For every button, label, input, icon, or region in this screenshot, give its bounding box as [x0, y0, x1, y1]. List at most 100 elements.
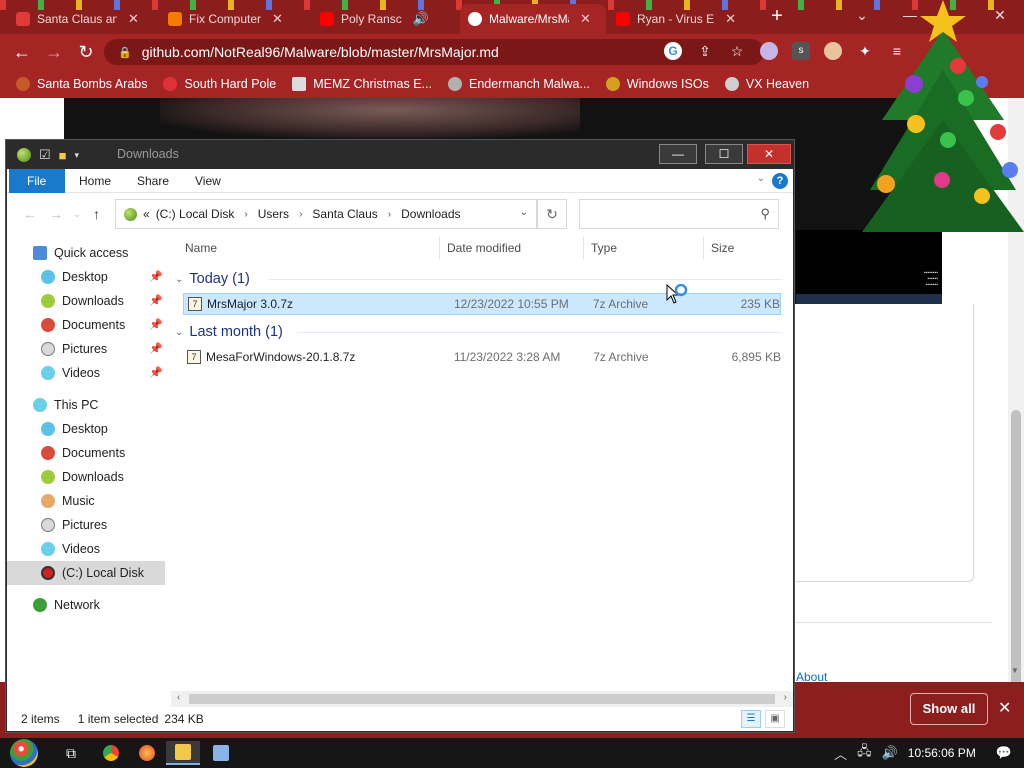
tab-malware-mrsmajor[interactable]: Malware/MrsMa ✕: [460, 4, 606, 34]
tab-close-icon[interactable]: ✕: [580, 11, 591, 27]
bookmark-star-icon[interactable]: ☆: [728, 42, 746, 60]
start-button[interactable]: [6, 738, 46, 768]
forward-button[interactable]: →: [42, 40, 66, 64]
address-dropdown-icon[interactable]: ⌄: [520, 207, 528, 218]
group-header-today[interactable]: ⌄ Today (1): [175, 267, 787, 291]
nav-network[interactable]: Network: [7, 593, 165, 617]
extension-s-icon[interactable]: s: [792, 42, 810, 60]
nav-pc-documents[interactable]: Documents: [7, 441, 165, 465]
breadcrumb-downloads[interactable]: Downloads: [401, 207, 460, 221]
action-center-icon[interactable]: 💬: [996, 745, 1012, 761]
large-icons-view-icon[interactable]: ▣: [765, 710, 785, 728]
nav-quick-access[interactable]: Quick access: [7, 241, 165, 265]
bookmark-vx-heaven[interactable]: VX Heaven: [724, 77, 809, 91]
tab-fix-computer[interactable]: Fix Computer ✕: [160, 4, 310, 34]
column-name[interactable]: Name: [171, 233, 441, 263]
extension-flag-icon[interactable]: [760, 42, 778, 60]
breadcrumb-separator-icon[interactable]: ›: [240, 209, 251, 220]
nav-quick-desktop[interactable]: Desktop 📌: [7, 265, 165, 289]
horizontal-scrollbar[interactable]: ‹ ›: [171, 691, 793, 707]
bookmark-south-hard-pole[interactable]: South Hard Pole: [163, 77, 276, 91]
pin-icon[interactable]: 📌: [149, 318, 163, 331]
tab-file[interactable]: File: [9, 169, 65, 193]
task-view-icon[interactable]: ⧉: [54, 741, 88, 765]
nav-pc-desktop[interactable]: Desktop: [7, 417, 165, 441]
forward-arrow-icon[interactable]: →: [49, 206, 63, 222]
network-icon[interactable]: 🖧: [857, 742, 872, 764]
column-type[interactable]: Type: [577, 233, 697, 263]
bookmark-memz[interactable]: MEMZ Christmas E...: [292, 77, 432, 91]
nav-pc-pictures[interactable]: Pictures: [7, 513, 165, 537]
show-all-button[interactable]: Show all: [910, 693, 988, 725]
show-hidden-icons-icon[interactable]: ︿: [834, 744, 847, 763]
tab-share[interactable]: Share: [123, 169, 183, 193]
close-button[interactable]: ✕: [747, 144, 791, 164]
tab-home[interactable]: Home: [65, 169, 125, 193]
back-arrow-icon[interactable]: ←: [23, 206, 37, 222]
bookmark-santa-bombs[interactable]: Santa Bombs Arabs: [16, 77, 147, 91]
collapse-chevron-icon[interactable]: ⌄: [175, 327, 183, 338]
column-size[interactable]: Size: [697, 233, 787, 263]
up-arrow-icon[interactable]: ↑: [93, 206, 100, 222]
breadcrumb-separator-icon[interactable]: ›: [295, 209, 306, 220]
explorer-title-bar[interactable]: ☑ ■ ▾ Downloads — ☐ ✕: [7, 141, 793, 169]
tab-close-icon[interactable]: ✕: [128, 11, 139, 27]
volume-icon[interactable]: 🔊: [882, 745, 898, 761]
tab-close-icon[interactable]: ✕: [272, 11, 283, 27]
nav-quick-pictures[interactable]: Pictures 📌: [7, 337, 165, 361]
details-view-icon[interactable]: ☰: [741, 710, 761, 728]
pin-icon[interactable]: 📌: [149, 342, 163, 355]
expand-ribbon-icon[interactable]: ⌄: [757, 173, 765, 184]
media-taskbar-icon[interactable]: [204, 741, 238, 765]
nav-quick-downloads[interactable]: Downloads 📌: [7, 289, 165, 313]
pin-icon[interactable]: 📌: [149, 366, 163, 379]
nav-pc-local-disk[interactable]: (C:) Local Disk: [7, 561, 165, 585]
help-icon[interactable]: ?: [772, 173, 788, 189]
group-header-last-month[interactable]: ⌄ Last month (1): [175, 320, 787, 344]
close-download-bar-icon[interactable]: ✕: [998, 698, 1011, 718]
new-folder-icon[interactable]: ■: [59, 148, 67, 163]
file-row[interactable]: 7 MesaForWindows-20.1.8.7z 11/23/2022 3:…: [183, 346, 781, 368]
tab-close-icon[interactable]: ✕: [725, 11, 736, 27]
horizontal-scrollbar-thumb[interactable]: [189, 694, 775, 704]
collapse-chevron-icon[interactable]: ⌄: [175, 274, 183, 285]
clock[interactable]: 10:56:06 PM: [908, 746, 976, 760]
scroll-right-icon[interactable]: ›: [784, 692, 787, 703]
firefox-taskbar-icon[interactable]: [130, 741, 164, 765]
nav-quick-videos[interactable]: Videos 📌: [7, 361, 165, 385]
share-icon[interactable]: ⇪: [696, 42, 714, 60]
column-date-modified[interactable]: Date modified: [433, 233, 577, 263]
back-button[interactable]: ←: [10, 40, 34, 64]
bookmark-windows-isos[interactable]: Windows ISOs: [605, 77, 709, 91]
explorer-address-bar[interactable]: « (C:) Local Disk › Users › Santa Claus …: [115, 199, 537, 229]
breadcrumb-overflow[interactable]: «: [143, 207, 150, 221]
breadcrumb-separator-icon[interactable]: ›: [384, 209, 395, 220]
bookmark-endermanch[interactable]: Endermanch Malwa...: [447, 77, 590, 91]
nav-quick-documents[interactable]: Documents 📌: [7, 313, 165, 337]
chrome-taskbar-icon[interactable]: [94, 741, 128, 765]
reload-button[interactable]: ↻: [74, 40, 98, 64]
recent-locations-icon[interactable]: ⌄: [73, 209, 81, 220]
nav-pc-videos[interactable]: Videos: [7, 537, 165, 561]
new-tab-button[interactable]: +: [766, 4, 788, 30]
file-explorer-taskbar-icon[interactable]: [166, 741, 200, 765]
nav-pc-downloads[interactable]: Downloads: [7, 465, 165, 489]
scroll-left-icon[interactable]: ‹: [177, 692, 180, 703]
breadcrumb-santa-claus[interactable]: Santa Claus: [312, 207, 377, 221]
file-row[interactable]: 7 MrsMajor 3.0.7z 12/23/2022 10:55 PM 7z…: [183, 293, 781, 315]
google-icon[interactable]: G: [664, 42, 682, 60]
scroll-down-icon[interactable]: ▼: [1011, 666, 1019, 675]
pin-icon[interactable]: 📌: [149, 294, 163, 307]
tab-ryan-virus[interactable]: Ryan - Virus E ✕: [608, 4, 756, 34]
breadcrumb-users[interactable]: Users: [258, 207, 289, 221]
pin-icon[interactable]: 📌: [149, 270, 163, 283]
speaker-icon[interactable]: 🔊: [413, 11, 429, 27]
minimize-button[interactable]: —: [659, 144, 697, 164]
nav-this-pc[interactable]: This PC: [7, 393, 165, 417]
properties-icon[interactable]: ☑: [39, 147, 51, 163]
customize-quick-access-icon[interactable]: ▾: [75, 150, 80, 161]
search-input[interactable]: ⚲: [579, 199, 779, 229]
tab-santa-claus[interactable]: Santa Claus and ✕: [8, 4, 158, 34]
breadcrumb-local-disk[interactable]: (C:) Local Disk: [156, 207, 235, 221]
tab-view[interactable]: View: [181, 169, 235, 193]
